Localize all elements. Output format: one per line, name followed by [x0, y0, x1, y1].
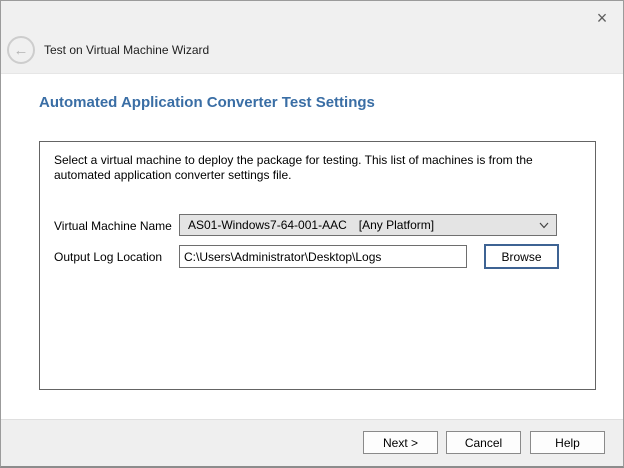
footer-bar: Next > Cancel Help — [1, 419, 623, 466]
virtual-machine-name-label: Virtual Machine Name — [54, 219, 172, 233]
chevron-down-icon — [539, 222, 549, 229]
help-button[interactable]: Help — [530, 431, 605, 454]
cancel-button-label: Cancel — [465, 436, 502, 450]
output-log-location-label: Output Log Location — [54, 250, 162, 264]
next-button-label: Next > — [383, 436, 418, 450]
wizard-title: Test on Virtual Machine Wizard — [44, 43, 209, 57]
settings-groupbox: Select a virtual machine to deploy the p… — [39, 141, 596, 390]
close-icon[interactable]: × — [591, 7, 613, 29]
next-button[interactable]: Next > — [363, 431, 438, 454]
dropdown-selected-platform: [Any Platform] — [359, 218, 434, 232]
page-title: Automated Application Converter Test Set… — [39, 94, 375, 111]
browse-button[interactable]: Browse — [484, 244, 559, 269]
description-text: Select a virtual machine to deploy the p… — [54, 153, 570, 183]
dropdown-selected-value: AS01-Windows7-64-001-AAC — [188, 218, 347, 232]
virtual-machine-dropdown[interactable]: AS01-Windows7-64-001-AAC [Any Platform] — [179, 214, 557, 236]
help-button-label: Help — [555, 436, 580, 450]
browse-button-label: Browse — [501, 250, 541, 264]
back-button[interactable]: ← — [7, 36, 35, 64]
back-arrow-icon: ← — [14, 43, 29, 58]
wizard-dialog: × ← Test on Virtual Machine Wizard Autom… — [0, 0, 624, 468]
cancel-button[interactable]: Cancel — [446, 431, 521, 454]
output-log-location-input[interactable] — [179, 245, 467, 268]
wizard-header: × ← Test on Virtual Machine Wizard — [1, 1, 623, 74]
